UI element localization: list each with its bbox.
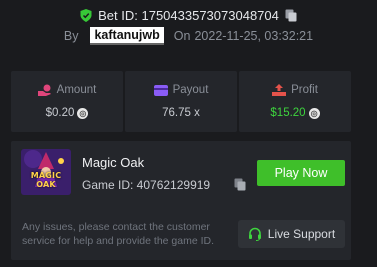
stat-payout-value: 76.75 x — [162, 107, 200, 119]
stat-payout-label: Payout — [172, 84, 209, 96]
coin-icon: ◎ — [308, 107, 320, 119]
username-link[interactable]: kaftanujwb — [90, 27, 164, 45]
bet-id-row: Bet ID: 1750433573073048704 — [0, 6, 377, 24]
bet-stats: Amount $0.20 ◎ Payout 76.75 x Profit $15… — [11, 71, 351, 132]
thumbnail-title: MAGIC OAK — [30, 171, 62, 189]
live-support-button[interactable]: Live Support — [238, 220, 345, 248]
live-support-label: Live Support — [267, 227, 336, 241]
profit-icon — [272, 84, 287, 96]
play-now-button[interactable]: Play Now — [257, 160, 345, 186]
on-label: On — [173, 29, 191, 43]
support-message: Any issues, please contact the customer … — [22, 221, 215, 247]
coin-icon: ◎ — [77, 107, 89, 119]
bet-id: Bet ID: 1750433573073048704 — [98, 7, 279, 23]
stat-amount-value: $0.20 — [45, 107, 75, 119]
game-card: MAGIC OAK Magic Oak Game ID: 40762129919… — [11, 141, 351, 260]
stat-amount-label: Amount — [56, 84, 97, 96]
by-label: By — [63, 29, 79, 43]
stat-payout: Payout 76.75 x — [125, 71, 237, 132]
stat-profit-label: Profit — [291, 84, 318, 96]
stat-amount: Amount $0.20 ◎ — [11, 71, 123, 132]
stat-profit: Profit $15.20 ◎ — [239, 71, 351, 132]
game-id: Game ID: 40762129919 — [82, 178, 211, 192]
stat-profit-value: $15.20 — [270, 107, 306, 119]
shield-check-icon — [80, 8, 92, 22]
game-title: Magic Oak — [82, 155, 145, 170]
amount-icon — [37, 84, 51, 96]
game-thumbnail[interactable]: MAGIC OAK — [21, 149, 71, 195]
copy-icon[interactable] — [234, 178, 246, 191]
bet-date: 2022-11-25, 03:32:21 — [194, 29, 314, 43]
headset-icon — [248, 227, 261, 241]
bet-meta-row: By kaftanujwb On 2022-11-25, 03:32:21 — [0, 27, 377, 45]
copy-icon[interactable] — [285, 9, 297, 22]
payout-icon — [153, 84, 168, 96]
